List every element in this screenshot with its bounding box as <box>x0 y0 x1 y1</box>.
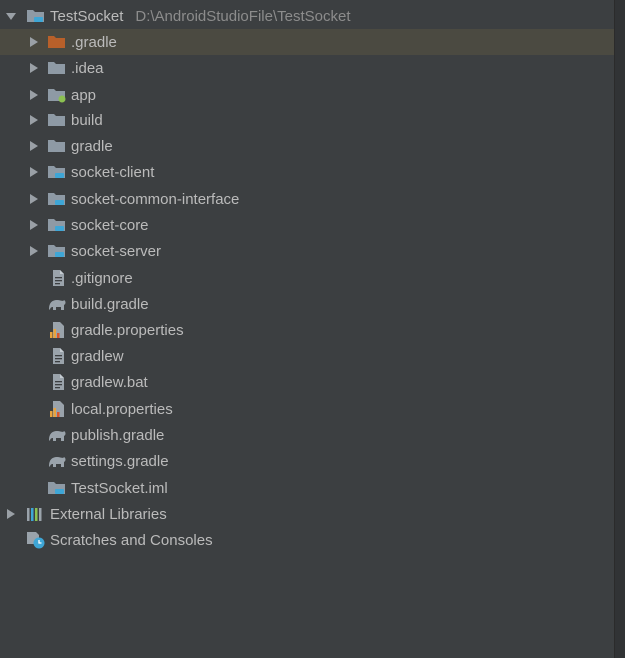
properties-file-icon <box>47 317 67 343</box>
expand-arrow-right-icon[interactable] <box>27 133 41 159</box>
tree-item-label: local.properties <box>71 400 173 418</box>
module-folder-icon <box>47 238 67 264</box>
properties-file-icon <box>47 396 67 422</box>
root-project-label: TestSocket <box>50 7 124 25</box>
tree-row-gradle-dir[interactable]: .gradle <box>0 29 614 55</box>
tree-item-label: gradle <box>71 137 113 155</box>
tree-row-app[interactable]: app <box>0 82 614 108</box>
expand-arrow-right-icon[interactable] <box>27 82 41 108</box>
gradle-elephant-icon <box>47 422 67 448</box>
libraries-icon <box>26 501 46 527</box>
tree-item-label: .gitignore <box>71 269 133 287</box>
tree-item-label: gradlew <box>71 347 124 365</box>
gradle-elephant-icon <box>47 291 67 317</box>
tree-row-iml[interactable]: TestSocket.iml <box>0 475 614 501</box>
tree-item-label: gradlew.bat <box>71 373 148 391</box>
folder-icon <box>47 133 67 159</box>
tree-row-build[interactable]: build <box>0 107 614 133</box>
module-folder-icon <box>47 186 67 212</box>
tree-row-socket-core[interactable]: socket-core <box>0 212 614 238</box>
root-project-path: D:\AndroidStudioFile\TestSocket <box>135 7 351 25</box>
tree-item-label: socket-server <box>71 242 162 260</box>
android-module-folder-icon <box>47 82 67 108</box>
module-folder-icon <box>47 159 67 185</box>
project-tree: TestSocket D:\AndroidStudioFile\TestSock… <box>0 0 614 658</box>
tree-row-build-gradle[interactable]: build.gradle <box>0 291 614 317</box>
text-file-icon <box>47 369 67 395</box>
tree-row-socket-server[interactable]: socket-server <box>0 238 614 264</box>
tree-item-label: settings.gradle <box>71 452 169 470</box>
tree-row-publish-gradle[interactable]: publish.gradle <box>0 422 614 448</box>
tree-item-label: gradle.properties <box>71 321 184 339</box>
tree-item-label: build.gradle <box>71 295 149 313</box>
tree-item-label: socket-common-interface <box>71 190 240 208</box>
tree-item-label: TestSocket.iml <box>71 479 168 497</box>
expand-arrow-down-icon[interactable] <box>4 3 18 29</box>
iml-file-icon <box>47 475 67 501</box>
tree-item-label: .gradle <box>71 33 117 51</box>
expand-arrow-right-icon[interactable] <box>27 55 41 81</box>
tree-item-label: socket-client <box>71 163 155 181</box>
folder-icon <box>47 107 67 133</box>
tree-item-label: app <box>71 86 97 104</box>
tree-row-socket-client[interactable]: socket-client <box>0 159 614 185</box>
vertical-scrollbar[interactable] <box>614 0 625 658</box>
tree-row-local-properties[interactable]: local.properties <box>0 396 614 422</box>
text-file-icon <box>47 343 67 369</box>
expand-arrow-right-icon[interactable] <box>4 501 18 527</box>
tree-item-label: External Libraries <box>50 505 167 523</box>
tree-row-root[interactable]: TestSocket D:\AndroidStudioFile\TestSock… <box>0 3 614 29</box>
tree-row-gradle-properties[interactable]: gradle.properties <box>0 317 614 343</box>
text-file-icon <box>47 265 67 291</box>
module-folder-icon <box>26 3 46 29</box>
tree-row-socket-common-interface[interactable]: socket-common-interface <box>0 186 614 212</box>
tree-row-gradlew[interactable]: gradlew <box>0 343 614 369</box>
expand-arrow-right-icon[interactable] <box>27 29 41 55</box>
tree-row-idea[interactable]: .idea <box>0 55 614 81</box>
expand-arrow-right-icon[interactable] <box>27 238 41 264</box>
expand-arrow-right-icon[interactable] <box>27 212 41 238</box>
expand-arrow-right-icon[interactable] <box>27 159 41 185</box>
tree-item-label: publish.gradle <box>71 426 165 444</box>
tree-item-label: socket-core <box>71 216 149 234</box>
tree-row-gradlew-bat[interactable]: gradlew.bat <box>0 369 614 395</box>
tree-row-gitignore[interactable]: .gitignore <box>0 265 614 291</box>
tree-item-label: .idea <box>71 59 104 77</box>
tree-row-settings-gradle[interactable]: settings.gradle <box>0 448 614 474</box>
tree-item-label: Scratches and Consoles <box>50 531 213 549</box>
tree-item-label: build <box>71 111 103 129</box>
module-folder-icon <box>47 212 67 238</box>
folder-icon <box>47 55 67 81</box>
gradle-elephant-icon <box>47 448 67 474</box>
tree-row-gradle[interactable]: gradle <box>0 133 614 159</box>
folder-excluded-icon <box>47 29 67 55</box>
expand-arrow-right-icon[interactable] <box>27 107 41 133</box>
expand-arrow-right-icon[interactable] <box>27 186 41 212</box>
scratches-icon <box>26 527 46 553</box>
tree-row-external-libraries[interactable]: External Libraries <box>0 501 614 527</box>
tree-row-scratches[interactable]: Scratches and Consoles <box>0 527 614 553</box>
